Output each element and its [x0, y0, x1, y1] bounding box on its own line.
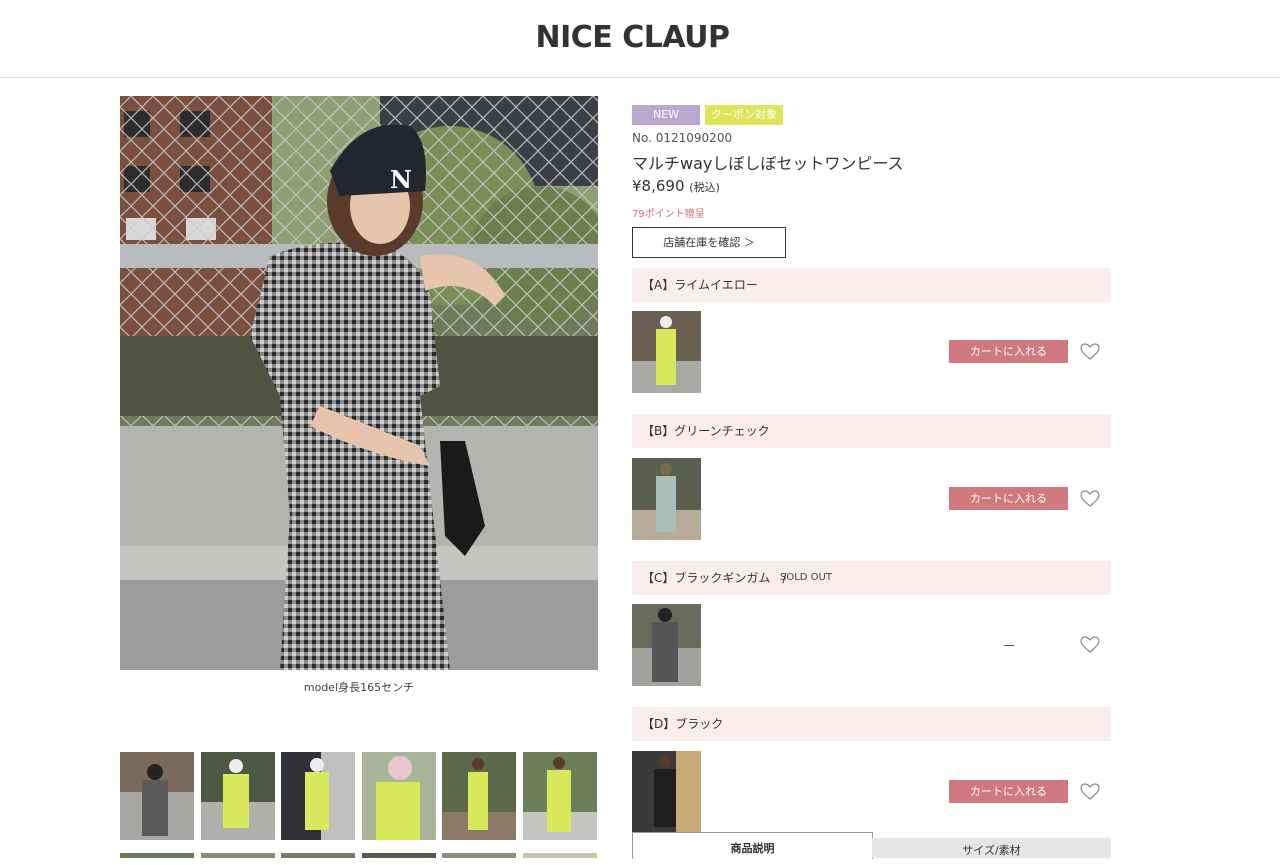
variant-thumbnail-d[interactable]	[632, 751, 701, 833]
sold-out-badge: SOLD OUT	[780, 572, 832, 583]
model-height-caption: model身長165センチ	[303, 681, 415, 694]
sold-out-dash: －	[1002, 639, 1016, 655]
favorite-heart-icon[interactable]	[1080, 343, 1100, 361]
points-note: 79ポイント贈呈	[632, 209, 705, 220]
variant-label: 【B】グリーンチェック	[642, 424, 770, 438]
product-price: ¥8,690 (税込)	[632, 177, 720, 195]
variant-label: 【A】ライムイエロー	[642, 278, 758, 292]
thumbnail-1[interactable]	[120, 752, 194, 840]
tab-description[interactable]: 商品説明	[632, 832, 873, 859]
site-header: NICE CLAUP	[0, 0, 1280, 78]
thumbnail-row2-3[interactable]	[281, 848, 355, 858]
new-badge: NEW	[632, 105, 700, 125]
variant-header-b: 【B】グリーンチェック	[632, 414, 1111, 448]
add-to-cart-button[interactable]: カートに入れる	[949, 340, 1068, 363]
tax-note: (税込)	[689, 181, 720, 194]
variant-header-d: 【D】ブラック	[632, 707, 1111, 741]
thumbnail-6[interactable]	[523, 752, 597, 840]
variant-header-a: 【A】ライムイエロー	[632, 268, 1111, 302]
coupon-badge: クーポン対象	[705, 105, 783, 125]
product-title: マルチwayしぼしぼセットワンピース	[632, 154, 904, 173]
variant-label: 【D】ブラック	[642, 717, 724, 731]
favorite-heart-icon[interactable]	[1080, 490, 1100, 508]
thumbnail-row2-5[interactable]	[442, 848, 516, 858]
favorite-heart-icon[interactable]	[1080, 783, 1100, 801]
thumbnail-2[interactable]	[201, 752, 275, 840]
variant-header-c: 【C】ブラックギンガム / SOLD OUT	[632, 561, 1111, 595]
thumbnail-row2-4[interactable]	[362, 848, 436, 858]
svg-text:N: N	[390, 165, 412, 194]
price-value: ¥8,690	[632, 177, 685, 195]
favorite-heart-icon[interactable]	[1080, 636, 1100, 654]
thumbnail-4[interactable]	[362, 752, 436, 840]
item-number: No. 0121090200	[632, 131, 733, 145]
variant-label: 【C】ブラックギンガム /	[642, 571, 787, 585]
thumbnail-3[interactable]	[281, 752, 355, 840]
thumbnail-row2-6[interactable]	[523, 848, 597, 858]
tab-size-material[interactable]: サイズ/素材	[872, 838, 1111, 858]
add-to-cart-button[interactable]: カートに入れる	[949, 487, 1068, 510]
variant-thumbnail-b[interactable]	[632, 458, 701, 540]
add-to-cart-button[interactable]: カートに入れる	[949, 780, 1068, 803]
thumbnail-5[interactable]	[442, 752, 516, 840]
variant-thumbnail-c[interactable]	[632, 604, 701, 686]
store-stock-button[interactable]: 店舗在庫を確認 ＞	[632, 227, 786, 258]
thumbnail-row2-2[interactable]	[201, 848, 275, 858]
variant-thumbnail-a[interactable]	[632, 311, 701, 393]
main-product-image[interactable]: N	[120, 96, 598, 670]
thumbnail-row2-1[interactable]	[120, 848, 194, 858]
brand-logo[interactable]: NICE CLAUP	[0, 20, 1265, 55]
